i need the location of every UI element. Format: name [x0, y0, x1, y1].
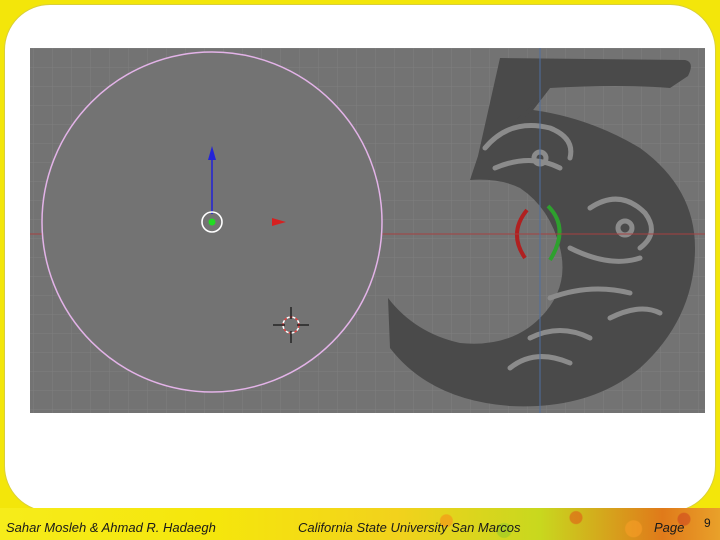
viewport-canvas[interactable] [30, 48, 705, 413]
footer-page-label: Page [654, 520, 685, 535]
footer-university: California State University San Marcos [298, 520, 521, 535]
footer-page-number: 9 [704, 516, 711, 530]
footer-authors: Sahar Mosleh & Ahmad R. Hadaegh [6, 520, 216, 535]
3d-viewport[interactable] [30, 48, 705, 413]
object-center-icon[interactable] [208, 218, 216, 226]
